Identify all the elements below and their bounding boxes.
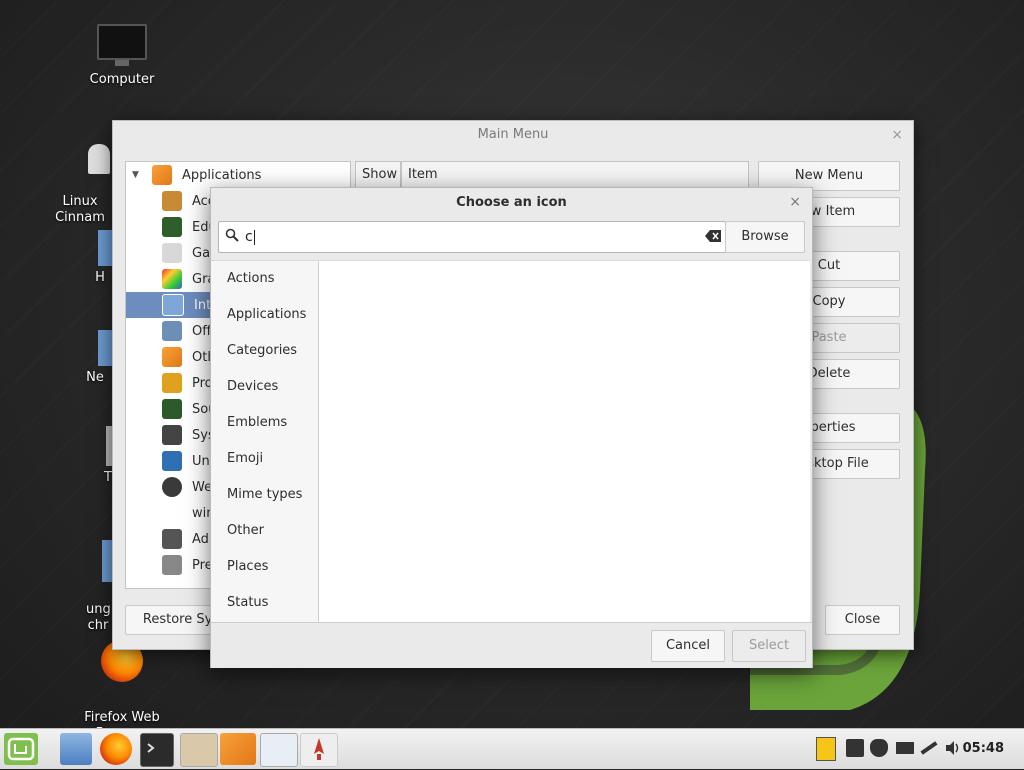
task-button-editor[interactable] bbox=[260, 733, 298, 767]
volume-icon[interactable] bbox=[944, 739, 962, 757]
tree-label: Applications bbox=[182, 167, 262, 183]
p-applet-icon[interactable] bbox=[816, 737, 836, 761]
window-title: Main Menu bbox=[477, 127, 549, 142]
close-icon[interactable]: × bbox=[789, 194, 801, 210]
tree-label: Ad bbox=[192, 531, 209, 547]
shield-icon[interactable] bbox=[870, 739, 888, 757]
category-item-other[interactable]: Other bbox=[211, 513, 318, 549]
column-header-show[interactable]: Show bbox=[355, 161, 401, 189]
graphics-icon bbox=[162, 269, 182, 289]
task-button-package[interactable] bbox=[180, 733, 218, 767]
mint-menu-icon bbox=[7, 737, 35, 761]
blank-icon bbox=[162, 503, 182, 523]
icon-search-input[interactable]: c bbox=[218, 221, 726, 253]
desktop-icon-computer[interactable]: Computer bbox=[72, 24, 172, 88]
desktop-icon-linux-cinnamon[interactable]: Linux Cinnam bbox=[50, 128, 110, 242]
desktop-icon-home[interactable]: H bbox=[50, 230, 114, 286]
desktop-icon-trash[interactable]: T bbox=[50, 426, 116, 486]
sound-video-icon bbox=[162, 399, 182, 419]
wine-icon bbox=[162, 477, 182, 497]
dialog-title: Choose an icon bbox=[456, 195, 567, 210]
tree-row-applications[interactable]: ▼ Applications bbox=[126, 162, 350, 188]
browse-button[interactable]: Browse bbox=[725, 221, 805, 253]
notifications-icon[interactable] bbox=[846, 739, 864, 757]
category-item-applications[interactable]: Applications bbox=[211, 297, 318, 333]
close-icon[interactable]: × bbox=[891, 127, 903, 143]
network-icon[interactable] bbox=[920, 741, 938, 755]
dialog-footer: Cancel Select bbox=[211, 622, 812, 668]
computer-icon bbox=[97, 24, 147, 66]
desktop-icon-label: T bbox=[104, 470, 112, 485]
category-item-actions[interactable]: Actions bbox=[211, 261, 318, 297]
universal-access-icon bbox=[162, 451, 182, 471]
task-button-rocket[interactable] bbox=[300, 733, 338, 767]
desktop-icon-label: Computer bbox=[89, 72, 155, 87]
tree-label: Un bbox=[192, 453, 210, 469]
keyboard-icon[interactable] bbox=[896, 742, 914, 754]
office-icon bbox=[162, 321, 182, 341]
clear-text-icon[interactable] bbox=[705, 230, 721, 242]
choose-icon-dialog: Choose an icon × c Browse Actions Applic… bbox=[210, 187, 813, 668]
terminal-launcher-icon[interactable] bbox=[140, 733, 174, 767]
files-launcher-icon[interactable] bbox=[60, 733, 92, 765]
internet-icon bbox=[162, 294, 184, 316]
icon-category-list[interactable]: Actions Applications Categories Devices … bbox=[211, 260, 319, 623]
menu-button[interactable] bbox=[4, 733, 38, 765]
category-item-categories[interactable]: Categories bbox=[211, 333, 318, 369]
desktop-icon-label: Ne bbox=[86, 370, 104, 385]
programming-icon bbox=[162, 373, 182, 393]
desktop-icon-label: H bbox=[95, 270, 105, 285]
tree-label: Off bbox=[192, 323, 212, 339]
category-item-places[interactable]: Places bbox=[211, 549, 318, 585]
firefox-launcher-icon[interactable] bbox=[100, 733, 132, 765]
category-item-status[interactable]: Status bbox=[211, 585, 318, 621]
column-header-item[interactable]: Item bbox=[401, 161, 749, 189]
education-icon bbox=[162, 217, 182, 237]
desktop-icon-label: Linux Cinnam bbox=[55, 194, 105, 225]
games-icon bbox=[162, 243, 182, 263]
select-button[interactable]: Select bbox=[732, 630, 806, 662]
task-button-main-menu[interactable] bbox=[220, 733, 256, 765]
terminal-prompt-icon bbox=[147, 743, 155, 753]
search-value: c bbox=[245, 229, 255, 245]
icon-grid[interactable] bbox=[319, 260, 810, 623]
preferences-icon bbox=[162, 555, 182, 575]
applications-icon bbox=[152, 165, 172, 185]
administration-icon bbox=[162, 529, 182, 549]
speaker-icon bbox=[946, 741, 959, 755]
text-caret bbox=[253, 229, 255, 245]
search-icon bbox=[225, 228, 239, 242]
category-item-devices[interactable]: Devices bbox=[211, 369, 318, 405]
accessories-icon bbox=[162, 191, 182, 211]
expand-arrow-icon[interactable]: ▼ bbox=[132, 170, 142, 180]
system-tools-icon bbox=[162, 425, 182, 445]
rocket-icon bbox=[314, 738, 324, 760]
tree-label: Int bbox=[194, 297, 212, 313]
category-item-mime-types[interactable]: Mime types bbox=[211, 477, 318, 513]
category-item-emoji[interactable]: Emoji bbox=[211, 441, 318, 477]
clock[interactable]: 05:48 bbox=[963, 741, 1004, 756]
document-icon bbox=[88, 144, 110, 174]
taskbar: 05:48 bbox=[0, 728, 1024, 769]
other-icon bbox=[162, 347, 182, 367]
close-button[interactable]: Close bbox=[825, 605, 900, 635]
cancel-button[interactable]: Cancel bbox=[651, 630, 725, 662]
category-item-emblems[interactable]: Emblems bbox=[211, 405, 318, 441]
desktop-icon-network[interactable]: Ne bbox=[50, 330, 114, 386]
